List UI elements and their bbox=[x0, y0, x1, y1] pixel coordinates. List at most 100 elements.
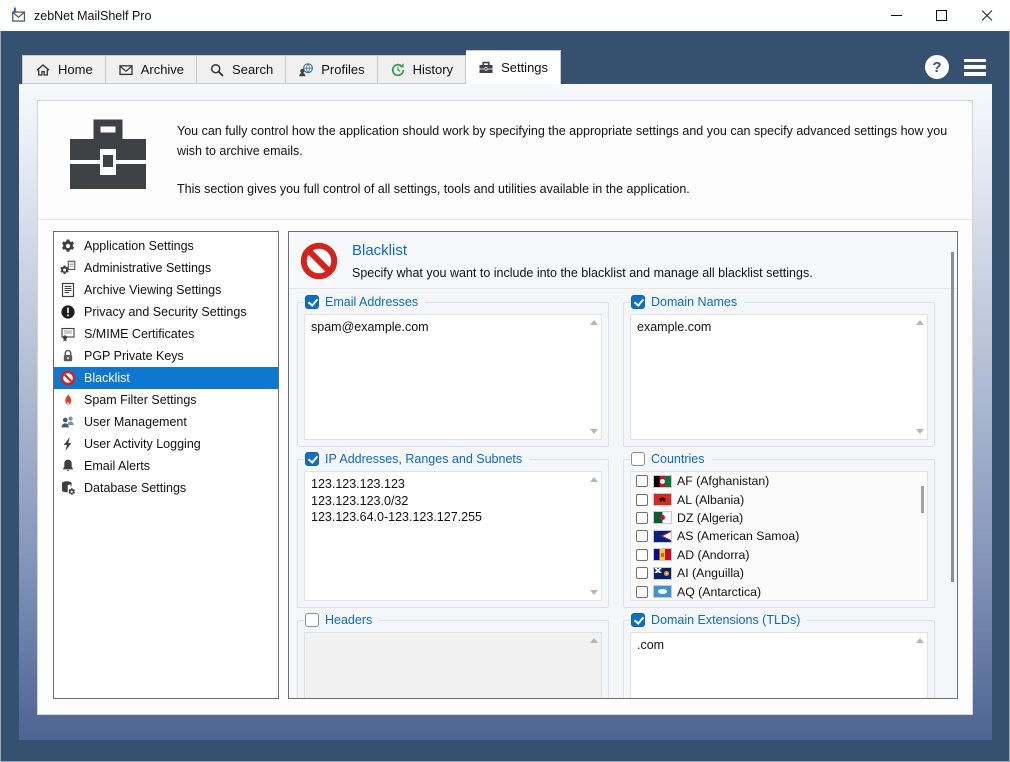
scroll-down-icon[interactable] bbox=[590, 429, 598, 434]
scroll-up-icon[interactable] bbox=[590, 320, 598, 325]
tab-profiles[interactable]: Profiles bbox=[286, 55, 377, 84]
flag-af-icon bbox=[654, 476, 671, 487]
headers-input[interactable] bbox=[305, 633, 601, 699]
domain-names-checkbox[interactable] bbox=[631, 295, 645, 309]
exclamation-circle-icon bbox=[60, 304, 76, 320]
sidebar-item-label: Archive Viewing Settings bbox=[84, 283, 221, 297]
toolbox-icon bbox=[66, 119, 150, 193]
flag-as-icon bbox=[654, 531, 671, 542]
flag-aq-icon bbox=[654, 586, 671, 597]
country-row: DZ (Algeria) bbox=[631, 509, 927, 527]
page-background: You can fully control how the applicatio… bbox=[19, 84, 992, 740]
headers-group: Headers bbox=[297, 620, 609, 699]
ip-addresses-input[interactable]: 123.123.123.123 123.123.123.0/32 123.123… bbox=[305, 472, 601, 600]
scroll-down-icon[interactable] bbox=[916, 429, 924, 434]
scroll-up-icon[interactable] bbox=[916, 638, 924, 643]
app-window: zebNet MailShelf Pro HomeArchive Search Pr… bbox=[0, 0, 1010, 762]
sidebar-item-pgp-private-keys[interactable]: PGP Private Keys bbox=[54, 345, 278, 367]
tab-history[interactable]: History bbox=[378, 55, 466, 84]
close-button[interactable] bbox=[964, 1, 1009, 30]
country-label: AS (American Samoa) bbox=[677, 529, 799, 543]
sidebar-item-spam-filter-settings[interactable]: Spam Filter Settings bbox=[54, 389, 278, 411]
country-checkbox[interactable] bbox=[636, 549, 648, 561]
sidebar-item-user-activity-logging[interactable]: User Activity Logging bbox=[54, 433, 278, 455]
ip-addresses-checkbox[interactable] bbox=[305, 452, 319, 466]
sidebar-item-label: Email Alerts bbox=[84, 459, 150, 473]
sidebar-item-privacy-and-security-settings[interactable]: Privacy and Security Settings bbox=[54, 301, 278, 323]
email-addresses-checkbox[interactable] bbox=[305, 295, 319, 309]
tlds-input[interactable]: .com bbox=[631, 633, 927, 699]
sidebar-item-blacklist[interactable]: Blacklist bbox=[54, 367, 278, 389]
history-icon bbox=[390, 62, 406, 78]
help-icon: ? bbox=[932, 59, 941, 76]
sidebar-item-label: Privacy and Security Settings bbox=[84, 305, 247, 319]
tab-home[interactable]: Home bbox=[22, 55, 106, 84]
blacklist-panel-header: Blacklist Specify what you want to inclu… bbox=[289, 232, 957, 289]
domain-names-label: Domain Names bbox=[651, 295, 737, 309]
minimize-button[interactable] bbox=[874, 1, 919, 30]
settings-intro: You can fully control how the applicatio… bbox=[38, 101, 972, 220]
tlds-checkbox[interactable] bbox=[631, 613, 645, 627]
intro-text: You can fully control how the applicatio… bbox=[177, 119, 948, 219]
tab-search[interactable]: Search bbox=[197, 55, 286, 84]
profiles-icon bbox=[298, 62, 314, 78]
country-row: AI (Anguilla) bbox=[631, 564, 927, 582]
country-row: AL (Albania) bbox=[631, 490, 927, 508]
country-checkbox[interactable] bbox=[636, 586, 648, 598]
sidebar-item-application-settings[interactable]: Application Settings bbox=[54, 235, 278, 257]
tab-bar: HomeArchive Search Profiles History Settings bbox=[22, 50, 561, 84]
gear-document-icon bbox=[60, 260, 76, 276]
country-label: DZ (Algeria) bbox=[677, 511, 743, 525]
sidebar-item-user-management[interactable]: User Management bbox=[54, 411, 278, 433]
tlds-label: Domain Extensions (TLDs) bbox=[651, 613, 800, 627]
maximize-button[interactable] bbox=[919, 1, 964, 30]
email-addresses-input[interactable]: spam@example.com bbox=[305, 315, 601, 439]
domain-names-group: Domain Names example.com bbox=[623, 302, 935, 447]
country-checkbox[interactable] bbox=[636, 494, 648, 506]
country-row: AQ (Antarctica) bbox=[631, 582, 927, 600]
tab-archive[interactable]: Archive bbox=[106, 55, 197, 84]
country-checkbox[interactable] bbox=[636, 530, 648, 542]
home-icon bbox=[35, 62, 51, 78]
sidebar-item-email-alerts[interactable]: Email Alerts bbox=[54, 455, 278, 477]
title-bar: zebNet MailShelf Pro bbox=[0, 0, 1010, 31]
sidebar-item-database-settings[interactable]: Database Settings bbox=[54, 477, 278, 499]
sidebar-item-label: Spam Filter Settings bbox=[84, 393, 197, 407]
tab-settings[interactable]: Settings bbox=[466, 50, 561, 84]
country-checkbox[interactable] bbox=[636, 567, 648, 579]
settings-content-panel: You can fully control how the applicatio… bbox=[37, 100, 973, 715]
sidebar-item-label: PGP Private Keys bbox=[84, 349, 184, 363]
sidebar-item-administrative-settings[interactable]: Administrative Settings bbox=[54, 257, 278, 279]
country-checkbox[interactable] bbox=[636, 512, 648, 524]
help-button[interactable]: ? bbox=[925, 55, 949, 79]
ip-addresses-label: IP Addresses, Ranges and Subnets bbox=[325, 452, 522, 466]
sidebar-item-s-mime-certificates[interactable]: S/MIME Certificates bbox=[54, 323, 278, 345]
domain-names-input[interactable]: example.com bbox=[631, 315, 927, 439]
scroll-up-icon[interactable] bbox=[916, 320, 924, 325]
tab-label: Settings bbox=[501, 60, 548, 75]
headers-checkbox[interactable] bbox=[305, 613, 319, 627]
menu-button[interactable] bbox=[964, 59, 986, 76]
scroll-up-icon[interactable] bbox=[590, 638, 598, 643]
countries-checkbox[interactable] bbox=[631, 452, 645, 466]
countries-scrollbar-thumb[interactable] bbox=[921, 486, 924, 513]
sidebar-item-archive-viewing-settings[interactable]: Archive Viewing Settings bbox=[54, 279, 278, 301]
flag-dz-icon bbox=[654, 512, 671, 523]
email-addresses-label: Email Addresses bbox=[325, 295, 418, 309]
tab-label: Search bbox=[232, 62, 273, 77]
country-label: AI (Anguilla) bbox=[677, 566, 744, 580]
country-checkbox[interactable] bbox=[636, 475, 648, 487]
scroll-down-icon[interactable] bbox=[590, 590, 598, 595]
app-logo-icon bbox=[10, 7, 27, 24]
flag-ad-icon bbox=[654, 549, 671, 560]
country-label: AF (Afghanistan) bbox=[677, 474, 769, 488]
ip-addresses-group: IP Addresses, Ranges and Subnets 123.123… bbox=[297, 459, 609, 608]
panel-scrollbar-thumb[interactable] bbox=[951, 252, 954, 582]
tab-label: History bbox=[413, 62, 453, 77]
bell-icon bbox=[60, 458, 76, 474]
sidebar-item-label: S/MIME Certificates bbox=[84, 327, 194, 341]
scroll-up-icon[interactable] bbox=[590, 477, 598, 482]
country-row: AS (American Samoa) bbox=[631, 527, 927, 545]
settings-category-list: Application SettingsAdministrative Setti… bbox=[53, 231, 279, 699]
intro-paragraph-1: You can fully control how the applicatio… bbox=[177, 121, 948, 161]
